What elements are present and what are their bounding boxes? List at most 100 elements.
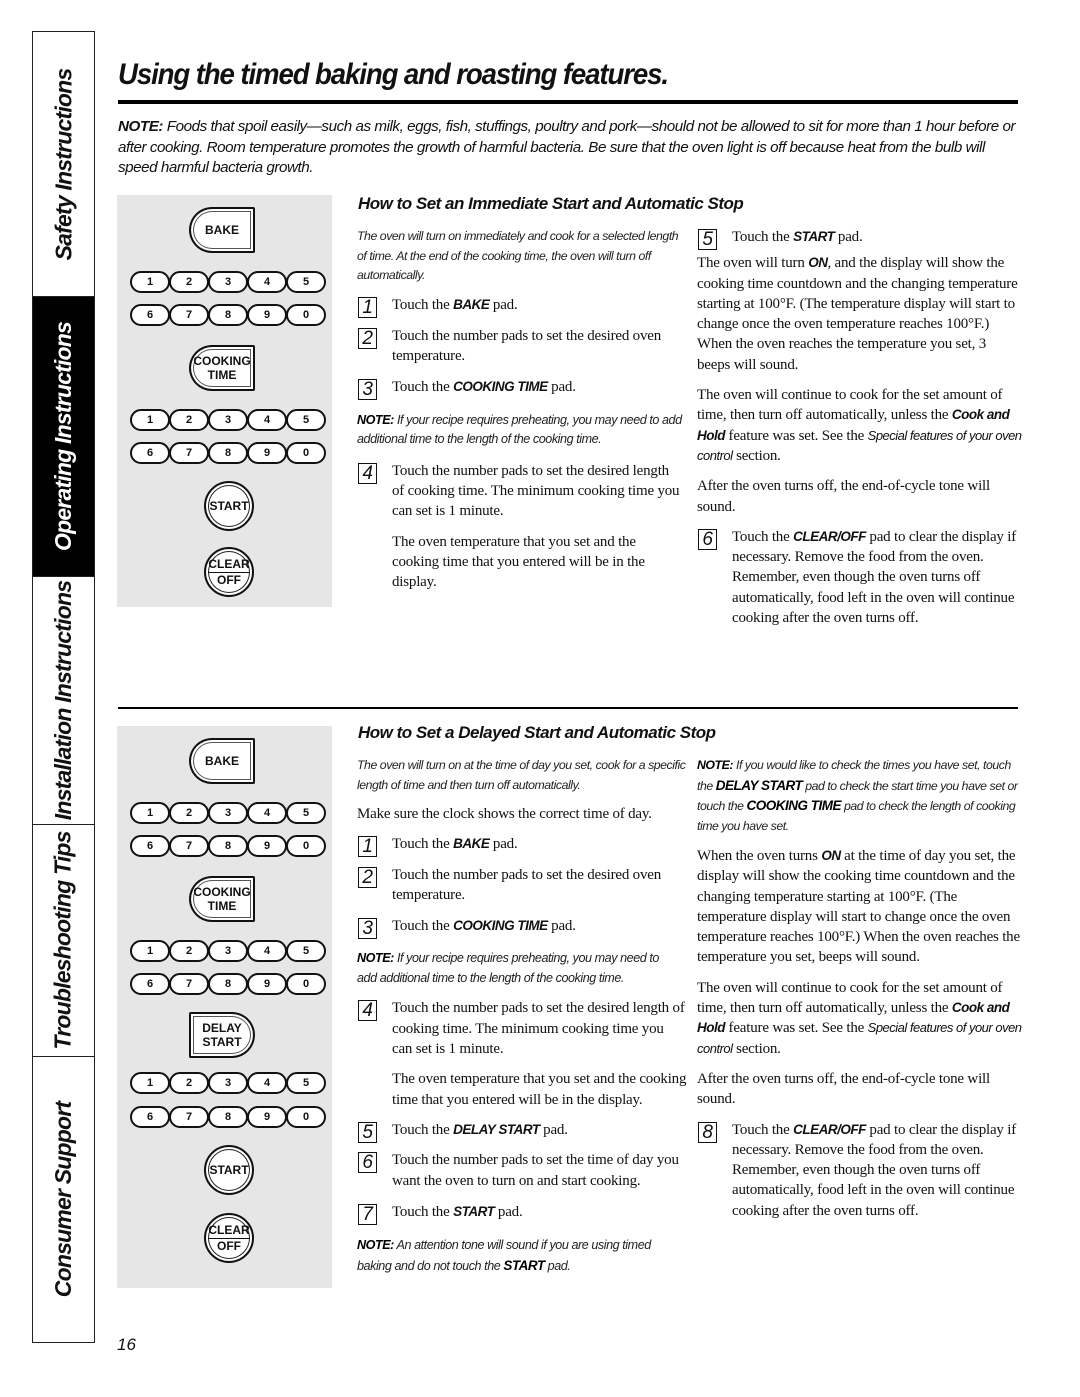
pad-label-line: CLEAR (208, 556, 250, 573)
number-pad: 1 (130, 940, 170, 962)
clear-off-pad: CLEAR OFF (204, 1213, 254, 1263)
step-text: Touch the number pads to set the time of… (392, 1152, 679, 1189)
delay-start-pad: DELAY START (189, 1012, 255, 1058)
number-pad: 2 (169, 409, 209, 431)
preheat-note: NOTE: If your recipe requires preheating… (357, 949, 677, 988)
number-pad: 1 (130, 1072, 170, 1094)
number-pad: 6 (130, 835, 170, 857)
pad-label-line: TIME (207, 899, 237, 913)
number-pad: 9 (247, 304, 287, 326)
step-item: 4 Touch the number pads to set the desir… (357, 998, 687, 1059)
immediate-left-column: The oven will turn on immediately and co… (357, 227, 682, 592)
number-pad-row: 1 2 3 4 5 (130, 1072, 326, 1094)
number-pad: 3 (208, 271, 248, 293)
tab-installation-instructions[interactable]: Installation Instructions (33, 577, 94, 825)
number-pad: 8 (208, 835, 248, 857)
step-item: 6 Touch the CLEAR/OFF pad to clear the d… (697, 527, 1022, 628)
number-pad-row: 6 7 8 9 0 (130, 304, 326, 326)
delayed-right-column: NOTE: If you would like to check the tim… (697, 756, 1022, 1221)
step-number: 1 (358, 296, 377, 318)
para-text: The oven will turn (697, 255, 809, 272)
step-text: Touch the number pads to set the desired… (392, 1000, 685, 1058)
end-tone-paragraph: After the oven turns off, the end-of-cyc… (697, 478, 990, 515)
step-number: 3 (358, 379, 377, 401)
number-pad: 2 (169, 1072, 209, 1094)
section-heading-delayed: How to Set a Delayed Start and Automatic… (358, 723, 716, 742)
number-pad: 1 (130, 409, 170, 431)
step-keyword: DELAY START (453, 1121, 540, 1137)
number-pad: 7 (169, 835, 209, 857)
step-number: 7 (358, 1203, 377, 1225)
step-text: pad. (547, 379, 576, 396)
number-pad: 2 (169, 271, 209, 293)
step-keyword: START (453, 1203, 495, 1219)
step-item: 1 Touch the BAKE pad. (357, 834, 687, 858)
note-label: NOTE: (118, 118, 163, 135)
number-pad: 5 (286, 1072, 326, 1094)
immediate-right-column: 5 Touch the START pad. The oven will tur… (697, 227, 1022, 628)
step-number: 6 (698, 528, 717, 550)
step-number: 5 (358, 1121, 377, 1143)
number-pad: 8 (208, 442, 248, 464)
step-number: 6 (358, 1152, 377, 1174)
section-heading-immediate: How to Set an Immediate Start and Automa… (358, 194, 744, 213)
step-item: 6 Touch the number pads to set the time … (357, 1150, 687, 1191)
pad-label: DELAY START (202, 1021, 242, 1049)
number-pad-row: 6 7 8 9 0 (130, 1106, 326, 1128)
number-pad: 6 (130, 304, 170, 326)
step-text: pad. (547, 918, 576, 935)
number-pad: 3 (208, 409, 248, 431)
number-pad-row: 1 2 3 4 5 (130, 802, 326, 824)
number-pad: 2 (169, 940, 209, 962)
number-pad: 5 (286, 940, 326, 962)
note-keyword: DELAY START (715, 777, 803, 793)
start-pad: START (204, 1145, 254, 1195)
step-text: Touch the (732, 528, 794, 545)
tab-safety-instructions[interactable]: Safety Instructions (33, 32, 94, 297)
para-text: When the oven turns (697, 848, 822, 864)
number-pad: 3 (208, 1072, 248, 1094)
delayed-left-column: The oven will turn on at the time of day… (357, 756, 687, 1276)
para-text: feature was set. See the (725, 427, 868, 444)
note-keyword: START (503, 1257, 545, 1273)
step-number: 5 (698, 229, 717, 250)
tab-label: Troubleshooting Tips (50, 831, 77, 1050)
number-pad: 4 (247, 409, 287, 431)
control-panel-illustration-immediate: BAKE 1 2 3 4 5 6 7 8 9 0 COOKING TIME 1 2… (117, 195, 332, 607)
step-text: pad. (539, 1121, 568, 1138)
step-item: 4 Touch the number pads to set the desir… (357, 461, 682, 522)
section-intro: The oven will turn on immediately and co… (357, 229, 679, 282)
number-pad: 9 (247, 1106, 287, 1128)
step-number: 2 (358, 866, 377, 888)
number-pad-row: 1 2 3 4 5 (130, 409, 326, 431)
number-pad: 0 (286, 442, 326, 464)
number-pad: 6 (130, 1106, 170, 1128)
step-keyword: COOKING TIME (453, 379, 548, 395)
number-pad: 8 (208, 973, 248, 995)
pad-label: BAKE (204, 223, 239, 237)
continue-paragraph: The oven will continue to cook for the s… (697, 978, 1022, 1059)
number-pad: 5 (286, 802, 326, 824)
step-item: 7 Touch the START pad. (357, 1202, 687, 1225)
number-pad: 6 (130, 442, 170, 464)
number-pad: 6 (130, 973, 170, 995)
pad-label-line: OFF (217, 1238, 241, 1253)
number-pad: 8 (208, 304, 248, 326)
number-pad: 2 (169, 802, 209, 824)
step-number: 4 (358, 462, 377, 484)
step-text: Touch the (392, 296, 454, 313)
clock-reminder: Make sure the clock shows the correct ti… (357, 806, 652, 822)
pad-label: START (209, 1162, 249, 1177)
para-text: section. (732, 447, 781, 464)
tab-consumer-support[interactable]: Consumer Support (33, 1057, 94, 1342)
pad-label: START (209, 498, 249, 513)
number-pad-row: 1 2 3 4 5 (130, 940, 326, 962)
tab-operating-instructions[interactable]: Operating Instructions (33, 297, 94, 577)
tab-label: Operating Instructions (50, 321, 77, 552)
note-label: NOTE: (697, 758, 734, 772)
step-item: 2 Touch the number pads to set the desir… (357, 326, 682, 367)
section-intro: The oven will turn on at the time of day… (357, 758, 686, 792)
tab-troubleshooting-tips[interactable]: Troubleshooting Tips (33, 825, 94, 1057)
number-pad: 1 (130, 802, 170, 824)
number-pad: 0 (286, 1106, 326, 1128)
